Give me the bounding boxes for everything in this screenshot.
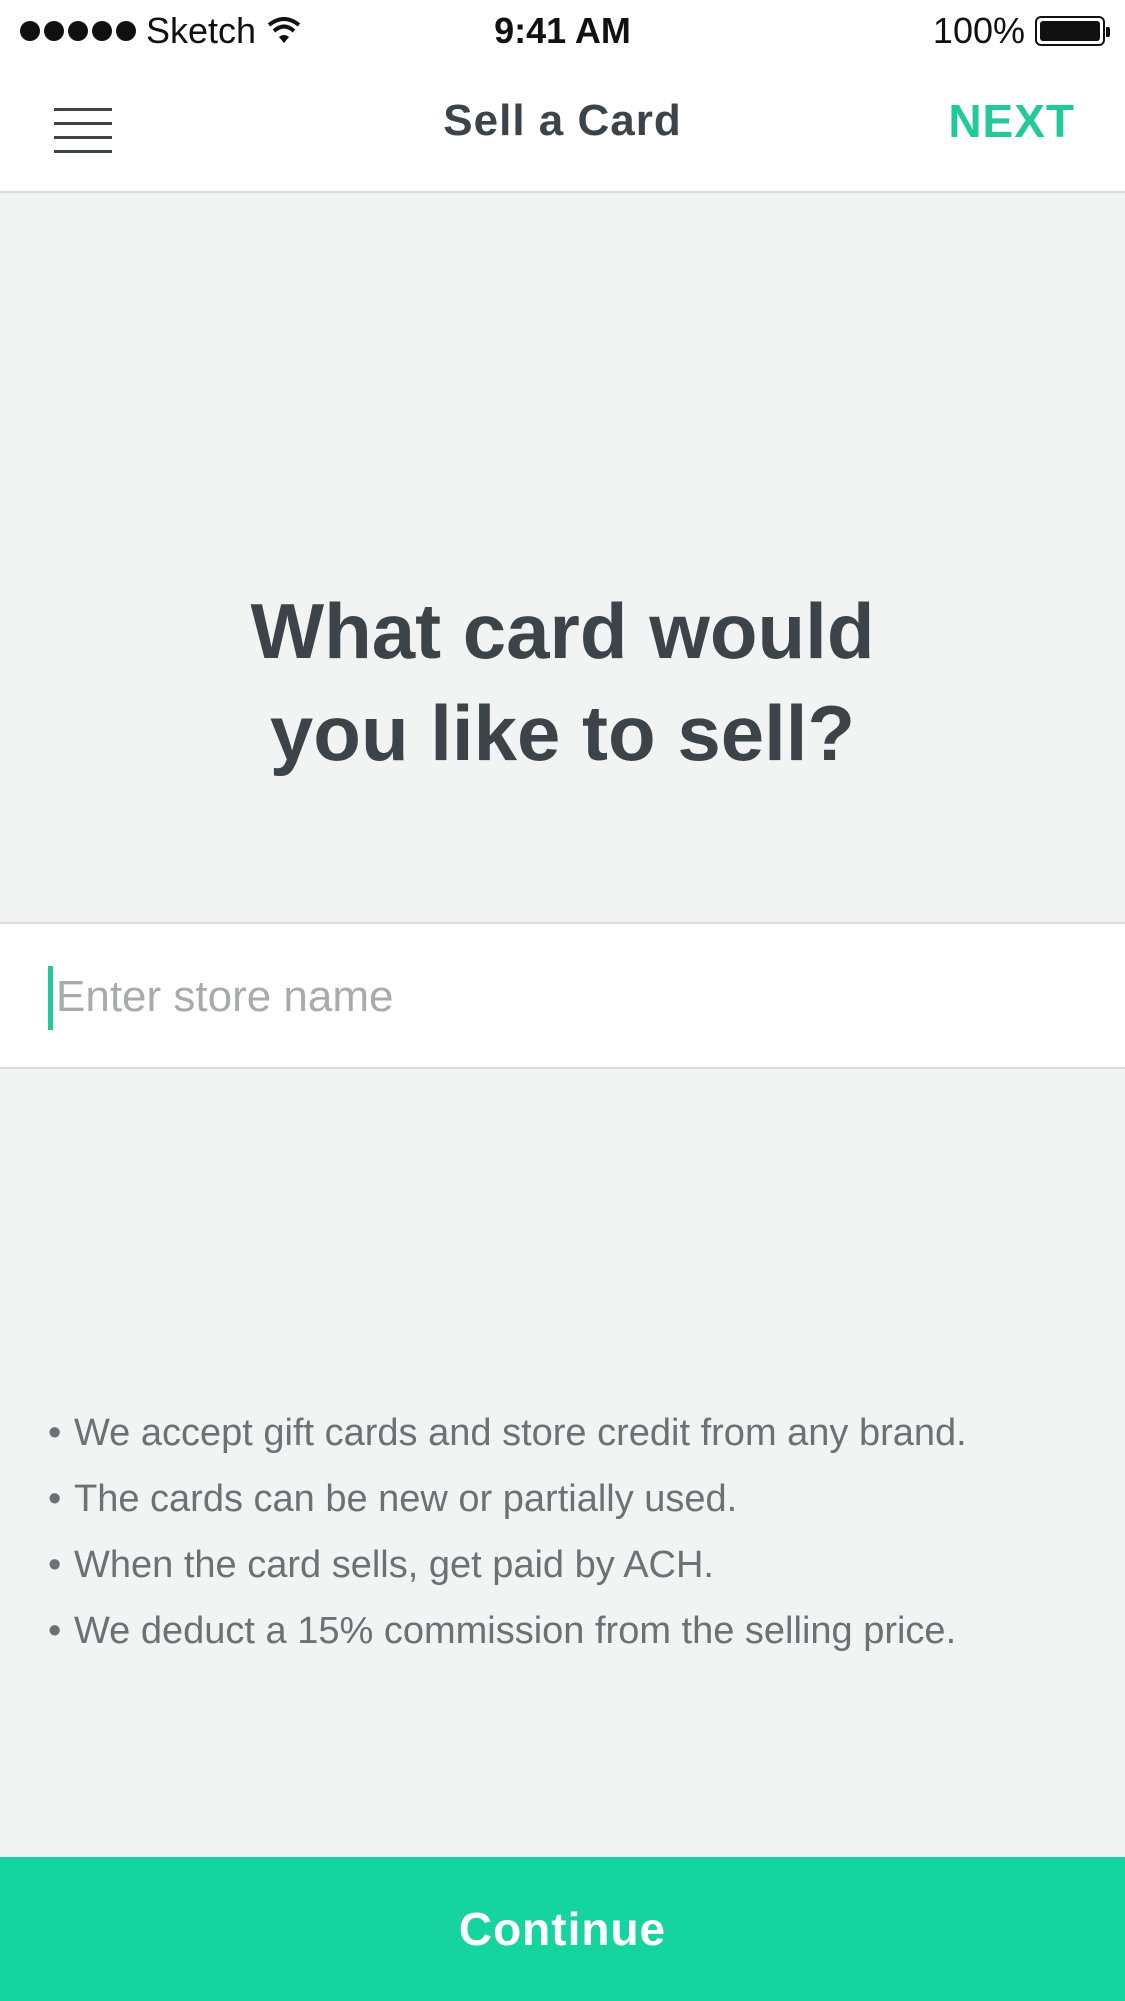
info-text: We accept gift cards and store credit fr… bbox=[74, 1412, 967, 1454]
status-left: Sketch bbox=[20, 10, 302, 52]
info-text: When the card sells, get paid by ACH. bbox=[74, 1544, 714, 1586]
signal-dots-icon bbox=[20, 21, 136, 41]
text-caret bbox=[48, 966, 53, 1030]
battery-fill bbox=[1040, 21, 1100, 41]
store-search-field bbox=[0, 922, 1125, 1069]
bullet: • bbox=[48, 1412, 62, 1454]
info-text: We deduct a 15% commission from the sell… bbox=[74, 1610, 957, 1652]
next-button[interactable]: NEXT bbox=[948, 94, 1075, 148]
question-line-1: What card would bbox=[250, 587, 875, 675]
bullet: • bbox=[48, 1544, 62, 1586]
status-bar: Sketch 9:41 AM 100% bbox=[0, 0, 1125, 62]
battery-percent: 100% bbox=[932, 10, 1025, 51]
bullet: • bbox=[48, 1610, 62, 1652]
bullet: • bbox=[48, 1478, 62, 1520]
info-list: • We accept gift cards and store credit f… bbox=[48, 1400, 1098, 1664]
list-item: • We accept gift cards and store credit f… bbox=[48, 1400, 1098, 1466]
info-text: The cards can be new or partially used. bbox=[74, 1478, 738, 1520]
question-line-2: you like to sell? bbox=[269, 689, 856, 777]
battery-icon bbox=[1035, 16, 1110, 46]
nav-bar: Sell a Card NEXT bbox=[0, 62, 1125, 193]
status-right: 100% bbox=[932, 10, 1110, 52]
list-item: • We deduct a 15% commission from the sel… bbox=[48, 1598, 1098, 1664]
wifi-icon bbox=[266, 17, 302, 45]
carrier-label: Sketch bbox=[146, 10, 257, 51]
question-heading: What card would you like to sell? bbox=[0, 580, 1125, 784]
store-name-input[interactable] bbox=[56, 952, 1076, 1042]
list-item: • The cards can be new or partially used. bbox=[48, 1466, 1098, 1532]
list-item: • When the card sells, get paid by ACH. bbox=[48, 1532, 1098, 1598]
continue-button[interactable]: Continue bbox=[0, 1857, 1125, 2001]
